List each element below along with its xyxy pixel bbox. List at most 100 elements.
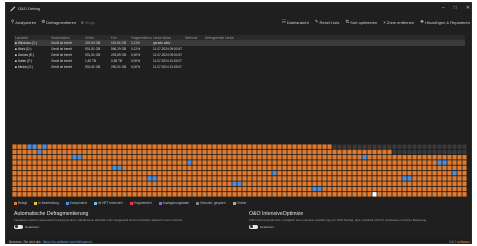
cluster-block xyxy=(447,181,452,186)
cluster-block xyxy=(327,186,332,192)
col-status[interactable]: Status/Aktion xyxy=(50,36,84,40)
add-repair-label: Hinzufügen & Reparieren xyxy=(425,19,470,25)
cluster-block xyxy=(272,155,277,160)
cluster-block xyxy=(157,160,162,165)
auto-defrag-toggle[interactable] xyxy=(14,224,23,230)
cluster-block xyxy=(337,186,342,192)
col-last[interactable]: Letzte xyxy=(224,36,244,40)
col-method[interactable]: Methode xyxy=(184,36,204,40)
cluster-block xyxy=(42,170,47,176)
cluster-block xyxy=(52,160,57,165)
cluster-block xyxy=(372,160,377,165)
col-frag[interactable]: Fragmentierung xyxy=(130,36,152,40)
cluster-block xyxy=(397,144,402,149)
cluster-block xyxy=(52,170,57,176)
defrag-label: Defragmentieren xyxy=(46,19,77,25)
stop-label: Stopp xyxy=(84,19,96,25)
cluster-block xyxy=(192,165,197,171)
cluster-block xyxy=(197,149,202,155)
cluster-block xyxy=(357,170,362,176)
cluster-block xyxy=(132,170,137,176)
cluster-block xyxy=(102,181,107,186)
cluster-block xyxy=(352,192,357,197)
cluster-block xyxy=(242,160,247,165)
cluster-block xyxy=(417,170,422,176)
cluster-block xyxy=(412,192,417,197)
cluster-block xyxy=(382,186,387,192)
cluster-block xyxy=(12,165,17,171)
col-defrag[interactable]: Defragmentierung xyxy=(204,36,224,40)
support-link[interactable]: https://oo-software.com/de/support xyxy=(43,240,92,243)
cluster-block xyxy=(152,181,157,186)
cluster-block xyxy=(367,192,372,197)
cluster-block xyxy=(312,144,317,149)
cluster-block xyxy=(22,170,27,176)
table-row[interactable]: ■ Media (G:) Gerät ist bereit 931,51 GB … xyxy=(14,64,465,70)
cluster-block xyxy=(322,144,327,149)
cluster-block xyxy=(222,165,227,171)
cluster-block xyxy=(237,176,242,181)
cluster-block xyxy=(257,181,262,186)
stop-button[interactable]: ■ Stopp xyxy=(81,20,95,25)
cluster-block xyxy=(277,149,282,155)
col-size[interactable]: Größe xyxy=(84,36,110,40)
cluster-block xyxy=(402,165,407,171)
cluster-block xyxy=(272,186,277,192)
cluster-block xyxy=(237,149,242,155)
remove-zone-button[interactable]: × Zone entfernen xyxy=(383,20,414,25)
cluster-block xyxy=(247,160,252,165)
cluster-block xyxy=(137,176,142,181)
cluster-block xyxy=(417,144,422,149)
cluster-block xyxy=(132,144,137,149)
close-icon[interactable]: ✕ xyxy=(466,4,470,12)
cluster-block xyxy=(22,160,27,165)
cluster-block xyxy=(232,149,237,155)
file-view-button[interactable]: ☷ Dateiansicht xyxy=(282,19,309,25)
cluster-block xyxy=(47,170,52,176)
cluster-block xyxy=(337,192,342,197)
cluster-block xyxy=(217,155,222,160)
cluster-block xyxy=(407,165,412,171)
cluster-block xyxy=(12,170,17,176)
legend-item: Ordner xyxy=(232,201,246,205)
cluster-block xyxy=(302,181,307,186)
cluster-block xyxy=(357,186,362,192)
defrag-button[interactable]: ⚙ Defragmentieren xyxy=(41,19,76,25)
file-icon: ☷ xyxy=(281,19,286,24)
cluster-block xyxy=(347,192,352,197)
app-window: O&O Defrag – □ ✕ ⚲ Analysieren ⚙ Defragm… xyxy=(5,2,472,244)
intensive-optimize-toggle[interactable] xyxy=(249,224,258,230)
cluster-block xyxy=(382,149,387,155)
cluster-block xyxy=(327,160,332,165)
cluster-block xyxy=(317,155,322,160)
cluster-block xyxy=(332,176,337,181)
cluster-block xyxy=(452,176,457,181)
cluster-block xyxy=(137,192,142,197)
cluster-map[interactable] xyxy=(12,144,467,197)
analyze-button[interactable]: ⚲ Analysieren xyxy=(11,19,36,25)
cluster-block xyxy=(447,155,452,160)
cluster-block xyxy=(242,155,247,160)
maximize-icon[interactable]: □ xyxy=(454,4,457,12)
cluster-block xyxy=(382,160,387,165)
sort-optimize-button[interactable]: ⇅ Sort optimieren xyxy=(345,19,377,25)
cluster-block xyxy=(187,186,192,192)
col-drive[interactable]: Laufwerk xyxy=(14,36,50,40)
cluster-block xyxy=(217,192,222,197)
cluster-block xyxy=(447,149,452,155)
cluster-block xyxy=(317,170,322,176)
col-last-action[interactable]: Letzte Aktion xyxy=(152,36,184,40)
col-free[interactable]: Frei xyxy=(110,36,130,40)
cluster-block xyxy=(42,155,47,160)
add-repair-button[interactable]: ❖ Hinzufügen & Reparieren xyxy=(420,19,470,25)
drive-table: Laufwerk Status/Aktion Größe Frei Fragme… xyxy=(14,35,465,70)
cluster-block xyxy=(217,181,222,186)
cluster-block xyxy=(397,176,402,181)
cluster-block xyxy=(102,192,107,197)
minimize-icon[interactable]: – xyxy=(442,4,445,12)
reset-button[interactable]: ✎ Reset Lists xyxy=(315,19,340,25)
cluster-block xyxy=(107,181,112,186)
cluster-block xyxy=(322,192,327,197)
cluster-block xyxy=(127,181,132,186)
cluster-block xyxy=(117,144,122,149)
